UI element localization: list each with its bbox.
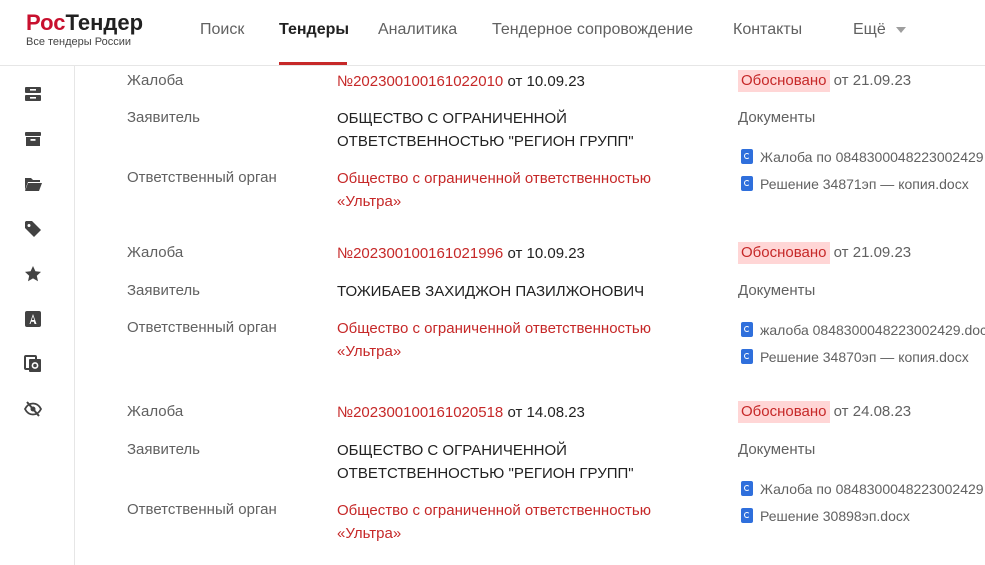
star-icon[interactable] [24,265,42,283]
tag-icon[interactable] [24,220,42,238]
status-badge: Обосновано [738,70,830,92]
logo[interactable]: РосТендер Все тендеры России [26,11,143,49]
folder-icon[interactable] [24,175,42,193]
doc-file-icon [741,176,753,191]
sidebar [0,66,75,565]
logo-part-2: Тендер [65,10,144,35]
complaint-number-row: №202300100161021996 от 10.09.23 [337,242,585,265]
document-name: Решение 30898эп.docx [760,508,910,524]
doc-file-icon [741,349,753,364]
document-name: Решение 34871эп — копия.docx [760,176,969,192]
status-badge: Обосновано [738,242,830,264]
authority-label: Ответственный орган [127,319,277,336]
top-header: РосТендер Все тендеры России Поиск Тенде… [0,0,985,66]
nav-tenders[interactable]: Тендеры [279,20,349,40]
logo-subtitle: Все тендеры России [26,36,131,48]
complaint-label: Жалоба [127,403,184,420]
from-label: от [507,245,523,262]
authority-line-1[interactable]: Общество с ограниченной ответственностью [337,499,651,522]
document-link[interactable]: жалоба 0848300048223002429.doc [741,321,985,339]
doc-file-icon [741,508,753,523]
authority-label: Ответственный орган [127,501,277,518]
list-icon[interactable] [24,85,42,103]
copy-search-icon[interactable] [24,355,42,373]
complaint-label: Жалоба [127,72,184,89]
complaint-number-row: №202300100161020518 от 14.08.23 [337,401,585,424]
status-badge: Обосновано [738,401,830,423]
nav-search[interactable]: Поиск [200,20,244,40]
from-label: от [833,244,849,261]
nav-analytics[interactable]: Аналитика [378,20,457,40]
logo-title: РосТендер [26,11,143,35]
doc-file-icon [741,149,753,164]
logo-part-1: Рос [26,10,66,35]
complaint-date: 10.09.23 [526,245,585,262]
applicant-label: Заявитель [127,441,200,458]
document-name: Жалоба по 0848300048223002429 [760,149,984,165]
nav-more[interactable]: Ещё [853,20,906,40]
applicant-line-1: ТОЖИБАЕВ ЗАХИДЖОН ПАЗИЛЖОНОВИЧ [337,283,645,300]
applicant-label: Заявитель [127,282,200,299]
complaint-date: 10.09.23 [526,73,585,90]
chevron-down-icon [895,26,906,33]
document-link[interactable]: Жалоба по 0848300048223002429 [741,480,984,498]
authority-line-1[interactable]: Общество с ограниченной ответственностью [337,317,651,340]
from-label: от [507,73,523,90]
complaint-number-row: №202300100161022010 от 10.09.23 [337,70,585,93]
document-name: Решение 34870эп — копия.docx [760,349,969,365]
documents-label: Документы [738,282,816,299]
documents-label: Документы [738,441,816,458]
archive-icon[interactable] [24,130,42,148]
status-date: 21.09.23 [852,244,912,261]
document-link[interactable]: Жалоба по 0848300048223002429 [741,148,984,166]
from-label: от [833,72,849,89]
nav-more-label: Ещё [853,21,886,38]
authority-line-1[interactable]: Общество с ограниченной ответственностью [337,167,651,190]
nav-tender-support[interactable]: Тендерное сопровождение [492,20,693,40]
applicant-line-1: ОБЩЕСТВО С ОГРАНИЧЕННОЙ [337,110,567,127]
documents-label: Документы [738,109,816,126]
active-tab-indicator [279,62,347,65]
doc-file-icon [741,322,753,337]
doc-file-icon [741,481,753,496]
font-icon[interactable] [24,310,42,328]
status-date: 21.09.23 [852,72,912,89]
complaint-number-link[interactable]: №202300100161021996 [337,245,503,262]
applicant-line-2: ОТВЕТСТВЕННОСТЬЮ "РЕГИОН ГРУПП" [337,133,634,150]
document-link[interactable]: Решение 34870эп — копия.docx [741,348,969,366]
document-link[interactable]: Решение 34871эп — копия.docx [741,175,969,193]
authority-line-2[interactable]: «Ультра» [337,522,401,545]
applicant-line-2: ОТВЕТСТВЕННОСТЬЮ "РЕГИОН ГРУПП" [337,465,634,482]
eye-off-icon[interactable] [24,400,42,418]
complaint-label: Жалоба [127,244,184,261]
complaint-number-link[interactable]: №202300100161020518 [337,404,503,421]
status-date: 24.08.23 [852,403,912,420]
status-row: Обосновано от 21.09.23 [738,242,911,264]
applicant-label: Заявитель [127,109,200,126]
from-label: от [833,403,849,420]
authority-line-2[interactable]: «Ультра» [337,190,401,213]
complaints-list: Жалоба №202300100161022010 от 10.09.23 О… [75,66,985,565]
from-label: от [507,404,523,421]
authority-label: Ответственный орган [127,169,277,186]
applicant-line-1: ОБЩЕСТВО С ОГРАНИЧЕННОЙ [337,442,567,459]
document-name: жалоба 0848300048223002429.doc [760,322,985,338]
status-row: Обосновано от 21.09.23 [738,70,911,92]
complaint-date: 14.08.23 [526,404,585,421]
document-link[interactable]: Решение 30898эп.docx [741,507,910,525]
authority-line-2[interactable]: «Ультра» [337,340,401,363]
status-row: Обосновано от 24.08.23 [738,401,911,423]
document-name: Жалоба по 0848300048223002429 [760,481,984,497]
complaint-number-link[interactable]: №202300100161022010 [337,73,503,90]
nav-contacts[interactable]: Контакты [733,20,802,40]
